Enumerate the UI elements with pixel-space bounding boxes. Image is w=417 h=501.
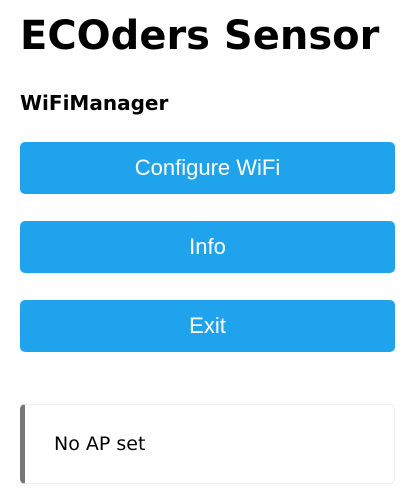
page-subtitle: WiFiManager [20,91,169,115]
status-message-text: No AP set [54,433,146,455]
status-message-box: No AP set [20,404,395,484]
exit-button[interactable]: Exit [20,300,395,352]
info-button[interactable]: Info [20,221,395,273]
page-title: ECOders Sensor [20,13,380,59]
configure-wifi-button[interactable]: Configure WiFi [20,142,395,194]
